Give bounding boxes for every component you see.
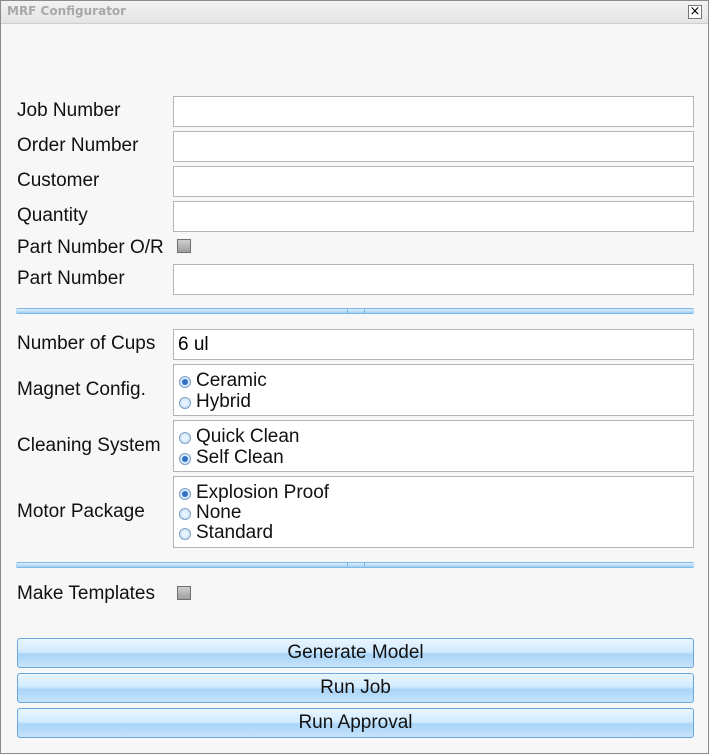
part-number-label: Part Number bbox=[17, 268, 125, 289]
make-templates-checkbox[interactable] bbox=[177, 586, 191, 600]
motor-package-label: Motor Package bbox=[17, 501, 145, 522]
splitter-1[interactable] bbox=[16, 308, 694, 314]
close-button[interactable]: × bbox=[688, 4, 702, 19]
radio-selected-icon bbox=[179, 488, 191, 500]
magnet-config-group: Ceramic Hybrid bbox=[173, 364, 694, 416]
job-number-label: Job Number bbox=[17, 100, 121, 121]
run-job-button[interactable]: Run Job bbox=[17, 673, 694, 703]
radio-icon bbox=[179, 432, 191, 444]
generate-model-button[interactable]: Generate Model bbox=[17, 638, 694, 668]
splitter-grip-icon bbox=[347, 563, 365, 567]
magnet-config-label: Magnet Config. bbox=[17, 379, 146, 400]
radio-selected-icon bbox=[179, 376, 191, 388]
quantity-input[interactable] bbox=[173, 201, 694, 232]
quantity-label: Quantity bbox=[17, 205, 88, 226]
radio-selected-icon bbox=[179, 453, 191, 465]
splitter-2[interactable] bbox=[16, 562, 694, 568]
mrf-configurator-window: MRF Configurator × Job Number Order Numb… bbox=[0, 0, 709, 754]
radio-icon bbox=[179, 397, 191, 409]
motor-package-group: Explosion Proof None Standard bbox=[173, 476, 694, 548]
customer-input[interactable] bbox=[173, 166, 694, 197]
job-number-input[interactable] bbox=[173, 96, 694, 127]
radio-icon bbox=[179, 508, 191, 520]
splitter-grip-icon bbox=[347, 309, 365, 313]
window-title: MRF Configurator bbox=[7, 4, 127, 18]
number-of-cups-input[interactable] bbox=[173, 329, 694, 360]
order-number-input[interactable] bbox=[173, 131, 694, 162]
customer-label: Customer bbox=[17, 170, 100, 191]
order-number-label: Order Number bbox=[17, 135, 139, 156]
cleaning-system-group: Quick Clean Self Clean bbox=[173, 420, 694, 472]
run-approval-button[interactable]: Run Approval bbox=[17, 708, 694, 738]
title-bar: MRF Configurator × bbox=[1, 1, 708, 24]
part-number-override-label: Part Number O/R bbox=[17, 237, 164, 258]
part-number-override-checkbox[interactable] bbox=[177, 239, 191, 253]
cleaning-system-label: Cleaning System bbox=[17, 435, 161, 456]
make-templates-label: Make Templates bbox=[17, 583, 155, 604]
close-icon: × bbox=[689, 4, 701, 19]
part-number-input[interactable] bbox=[173, 264, 694, 295]
radio-icon bbox=[179, 528, 191, 540]
number-of-cups-label: Number of Cups bbox=[17, 333, 156, 354]
